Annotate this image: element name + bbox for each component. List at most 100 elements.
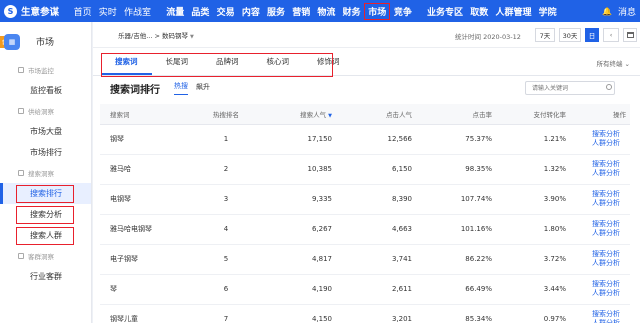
search-analysis-link[interactable]: 搜索分析 — [570, 160, 626, 169]
table-row: 琴 6 4,190 2,611 66.49% 3.44% 搜索分析 人群分析 — [100, 274, 630, 305]
crowd-analysis-link[interactable]: 人群分析 — [570, 169, 626, 178]
sidebar-group-label: 客群洞察 — [0, 246, 91, 266]
nav-item-1[interactable]: 实时 — [95, 5, 120, 18]
col-header-ctr[interactable]: 点击率 — [416, 104, 496, 125]
crowd-analysis-link[interactable]: 人群分析 — [570, 289, 626, 298]
cell-click-popularity: 2,611 — [336, 274, 416, 305]
cell-click-rate: 85.34% — [416, 304, 496, 323]
cell-conversion-rate: 3.72% — [496, 244, 570, 275]
device-select[interactable]: 所有终端 ⌄ — [596, 58, 630, 68]
cell-click-rate: 101.16% — [416, 214, 496, 245]
cell-hot-rank: 3 — [196, 184, 256, 215]
search-rank-table: 搜索词 热搜排名 搜索人气 ▼ 点击人气 点击率 支付转化率 操作 钢琴 1 17,… — [100, 104, 630, 323]
nav-item-10[interactable]: 财务 — [339, 5, 364, 18]
col-header-cvr[interactable]: 支付转化率 — [496, 104, 570, 125]
group-icon — [18, 253, 24, 259]
range-30d-button[interactable]: 30天 — [559, 28, 581, 42]
chevron-left-icon: ‹ — [609, 31, 613, 39]
nav-item-4[interactable]: 品类 — [188, 5, 213, 18]
message-link[interactable]: 消息 — [614, 5, 640, 18]
search-analysis-link[interactable]: 搜索分析 — [570, 220, 626, 229]
cell-search-popularity: 4,150 — [256, 304, 336, 323]
cell-hot-rank: 4 — [196, 214, 256, 245]
nav-item-14[interactable]: 取数 — [467, 5, 492, 18]
cell-click-rate: 98.35% — [416, 154, 496, 185]
col-header-action: 操作 — [570, 104, 630, 125]
cell-hot-rank: 6 — [196, 274, 256, 305]
highlight-box — [16, 184, 74, 203]
cell-search-popularity: 9,335 — [256, 184, 336, 215]
group-icon — [18, 108, 24, 114]
group-icon — [18, 67, 24, 73]
cell-search-word: 琴 — [100, 274, 196, 305]
nav-item-16[interactable]: 学院 — [535, 5, 560, 18]
sidebar-group-label: 市场监控 — [0, 60, 91, 80]
sidebar: 售 ▦ 市场 市场监控监控看板供给洞察市场大盘市场排行搜索洞察搜索排行搜索分析搜… — [0, 22, 92, 323]
sidebar-header: 售 ▦ 市场 — [0, 22, 91, 60]
sidebar-item[interactable]: 搜索分析 — [0, 204, 91, 225]
sidebar-group-label: 供给洞察 — [0, 101, 91, 121]
range-day-button[interactable]: 日 — [585, 28, 599, 42]
crowd-analysis-link[interactable]: 人群分析 — [570, 319, 626, 323]
cell-actions: 搜索分析 人群分析 — [570, 304, 630, 323]
calendar-icon[interactable] — [623, 28, 637, 42]
nav-item-12[interactable]: 竞争 — [390, 5, 415, 18]
nav-item-8[interactable]: 营销 — [289, 5, 314, 18]
col-header-word: 搜索词 — [100, 104, 196, 125]
search-analysis-link[interactable]: 搜索分析 — [570, 310, 626, 319]
crowd-analysis-link[interactable]: 人群分析 — [570, 229, 626, 238]
search-analysis-link[interactable]: 搜索分析 — [570, 280, 626, 289]
bell-icon[interactable]: 🔔 — [602, 7, 612, 16]
crowd-analysis-link[interactable]: 人群分析 — [570, 139, 626, 148]
nav-item-7[interactable]: 服务 — [263, 5, 288, 18]
nav-item-0[interactable]: 首页 — [70, 5, 95, 18]
sidebar-item[interactable]: 搜索人群 — [0, 225, 91, 246]
sidebar-menu: 市场监控 监控看板 供给洞察 市场大盘 市场排行 搜索洞察 搜索排行 搜索分析 搜索人群 客群洞察… — [0, 60, 91, 287]
keyword-search-input[interactable] — [525, 81, 615, 95]
sidebar-group-text: 供给洞察 — [28, 108, 54, 116]
sidebar-item-label: 行业客群 — [30, 272, 62, 281]
crowd-analysis-link[interactable]: 人群分析 — [570, 199, 626, 208]
col-header-click[interactable]: 点击人气 — [336, 104, 416, 125]
category-breadcrumb[interactable]: 乐器/吉他... > 数码钢琴 ▼ — [118, 30, 194, 40]
search-icon[interactable] — [606, 84, 612, 90]
col-header-rank[interactable]: 热搜排名 — [196, 104, 256, 125]
date-picker-button[interactable]: ‹ — [603, 28, 619, 42]
subtab-hot[interactable]: 热搜 — [174, 81, 188, 95]
nav-item-2[interactable]: 作战室 — [120, 5, 154, 18]
top-nav-right: 🔔 消息 — [602, 0, 640, 22]
cell-search-word: 电子钢琴 — [100, 244, 196, 275]
sidebar-item[interactable]: 市场排行 — [0, 142, 91, 163]
range-7d-button[interactable]: 7天 — [535, 28, 555, 42]
nav-item-3[interactable]: 流量 — [163, 5, 188, 18]
highlight-box — [16, 205, 74, 224]
sidebar-item[interactable]: 行业客群 — [0, 266, 91, 287]
sidebar-item[interactable]: 市场大盘 — [0, 121, 91, 142]
nav-item-11[interactable]: 市场 — [364, 2, 391, 20]
nav-item-15[interactable]: 人群管理 — [492, 5, 535, 18]
sidebar-item[interactable]: 监控看板 — [0, 80, 91, 101]
crowd-analysis-link[interactable]: 人群分析 — [570, 259, 626, 268]
cell-conversion-rate: 1.80% — [496, 214, 570, 245]
nav-item-13[interactable]: 业务专区 — [423, 5, 466, 18]
nav-item-5[interactable]: 交易 — [213, 5, 238, 18]
brand-logo[interactable]: S 生意参谋 — [4, 4, 68, 18]
col-header-search[interactable]: 搜索人气 ▼ — [256, 104, 336, 125]
sidebar-group-text: 市场监控 — [28, 67, 54, 75]
search-analysis-link[interactable]: 搜索分析 — [570, 130, 626, 139]
subtab-rising[interactable]: 飙升 — [196, 82, 210, 95]
cell-actions: 搜索分析 人群分析 — [570, 184, 630, 215]
cell-search-word: 钢琴儿童 — [100, 304, 196, 323]
nav-item-6[interactable]: 内容 — [238, 5, 263, 18]
sidebar-item[interactable]: 搜索排行 — [0, 183, 91, 204]
chevron-down-icon: ▼ — [190, 33, 194, 40]
table-body: 钢琴 1 17,150 12,566 75.37% 1.21% 搜索分析 人群分析 雅马哈 2 10… — [100, 124, 630, 323]
cell-search-popularity: 17,150 — [256, 124, 336, 155]
highlight-box — [101, 53, 333, 77]
search-analysis-link[interactable]: 搜索分析 — [570, 250, 626, 259]
search-analysis-link[interactable]: 搜索分析 — [570, 190, 626, 199]
cell-click-popularity: 6,150 — [336, 154, 416, 185]
cell-click-rate: 75.37% — [416, 124, 496, 155]
cell-click-popularity: 3,741 — [336, 244, 416, 275]
nav-item-9[interactable]: 物流 — [314, 5, 339, 18]
